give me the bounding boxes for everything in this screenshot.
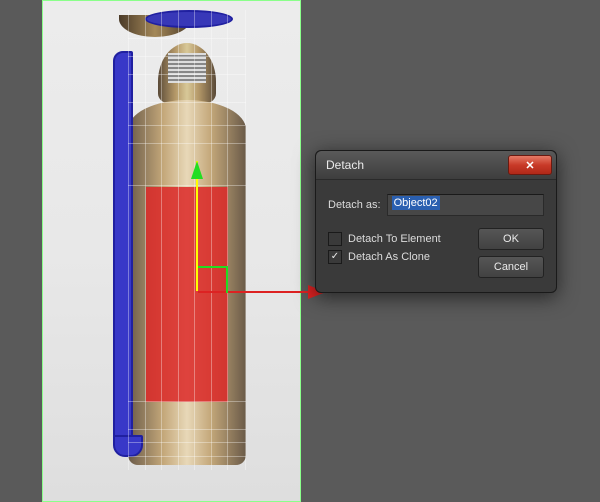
gizmo-y-arrow-icon[interactable] — [191, 161, 203, 179]
detach-as-clone-option[interactable]: ✓ Detach As Clone — [328, 250, 468, 264]
model-neck-threads — [168, 53, 206, 83]
viewport-canvas[interactable]: x — [42, 0, 301, 502]
dialog-titlebar[interactable]: Detach ✕ — [316, 151, 556, 180]
detach-as-input[interactable]: Object02 — [387, 194, 544, 216]
gizmo-x-axis[interactable] — [198, 291, 313, 293]
detach-to-element-label: Detach To Element — [348, 233, 441, 245]
dialog-title: Detach — [326, 158, 508, 172]
close-icon: ✕ — [525, 159, 534, 172]
model-hose-base — [113, 435, 143, 457]
model-cap-ring — [145, 10, 233, 28]
detach-as-value: Object02 — [392, 196, 440, 210]
dialog-body: Detach as: Object02 Detach To Element ✓ … — [316, 180, 556, 292]
checkbox-icon — [328, 232, 342, 246]
gizmo-y-axis[interactable] — [196, 161, 198, 291]
gizmo-xy-plane-edge[interactable] — [226, 266, 228, 293]
close-button[interactable]: ✕ — [508, 155, 552, 175]
detach-dialog: Detach ✕ Detach as: Object02 Detach To E… — [315, 150, 557, 293]
detach-as-clone-label: Detach As Clone — [348, 251, 430, 263]
viewport[interactable]: x Detach ✕ Detach as: Object02 Detach To… — [0, 0, 600, 500]
gizmo-xy-plane[interactable] — [198, 266, 226, 268]
model-fire-extinguisher[interactable] — [113, 5, 263, 480]
ok-button[interactable]: OK — [478, 228, 544, 250]
checkbox-checked-icon: ✓ — [328, 250, 342, 264]
model-hose — [113, 51, 133, 450]
cancel-button-label: Cancel — [494, 261, 528, 273]
cancel-button[interactable]: Cancel — [478, 256, 544, 278]
detach-to-element-option[interactable]: Detach To Element — [328, 232, 468, 246]
polygon-selection[interactable] — [146, 187, 228, 402]
detach-as-label: Detach as: — [328, 199, 381, 211]
ok-button-label: OK — [503, 233, 519, 245]
